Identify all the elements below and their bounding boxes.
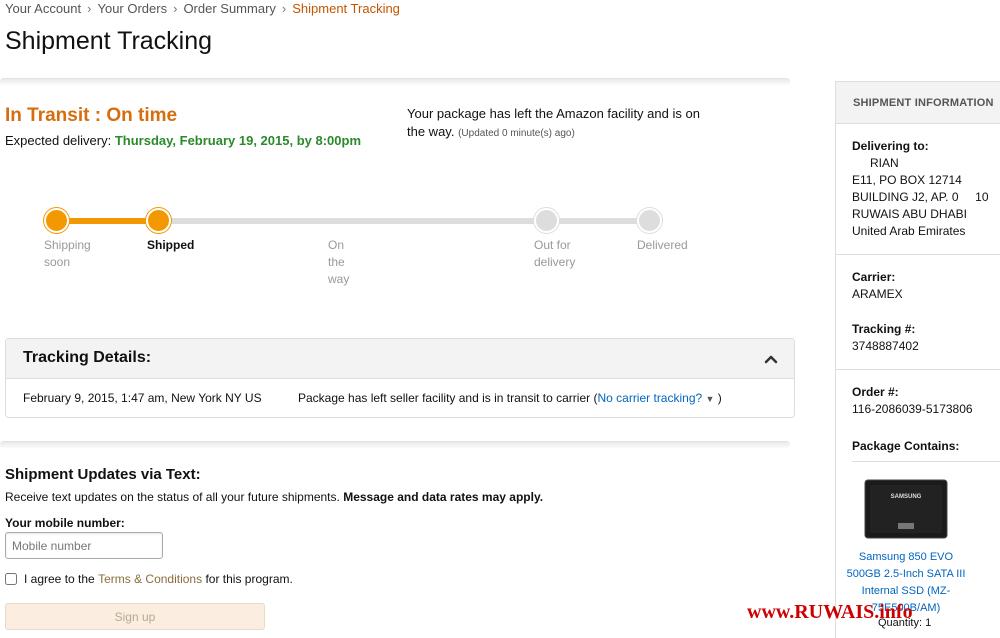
step-node-shipped <box>146 208 171 233</box>
tracking-details-header[interactable]: Tracking Details: <box>6 339 794 379</box>
watermark-text: www.RUWAIS.info <box>747 601 913 623</box>
delivering-to-label: Delivering to: <box>852 139 929 153</box>
breadcrumb-current: Shipment Tracking <box>292 1 400 16</box>
status-message: Your package has left the Amazon facilit… <box>407 105 717 143</box>
tracking-details-panel: Tracking Details: February 9, 2015, 1:47… <box>5 338 795 418</box>
delivering-to-section: Delivering to: RIAN E11, PO BOX 12714 BU… <box>836 124 1000 254</box>
step-label-shipping-soon: Shipping soon <box>44 238 91 269</box>
tracking-event-text: Package has left seller facility and is … <box>298 391 598 405</box>
tracking-number-section: Tracking #: 3748887402 <box>836 303 1000 369</box>
status-title: In Transit : On time <box>5 105 178 126</box>
no-carrier-tracking-label: No carrier tracking? <box>597 391 703 405</box>
breadcrumb-separator: › <box>173 1 178 16</box>
step-node-out-for-delivery <box>534 208 559 233</box>
address-line: RUWAIS ABU DHABI <box>852 207 967 221</box>
step-label-on-the-way: On the way <box>328 238 350 286</box>
sms-desc-text: Receive text updates on the status of al… <box>5 490 340 504</box>
carrier-label: Carrier: <box>852 270 896 284</box>
package-contains-label: Package Contains: <box>852 439 960 453</box>
step-node-delivered <box>637 208 662 233</box>
sms-desc-bold: Message and data rates may apply. <box>343 490 544 504</box>
breadcrumb-separator: › <box>281 1 287 16</box>
expected-delivery-label: Expected delivery: <box>5 133 112 148</box>
order-number-section: Order #: 116-2086039-5173806 <box>836 370 1000 418</box>
product-brand: SAMSUNG <box>891 494 922 500</box>
step-node-shipping-soon <box>44 208 69 233</box>
carrier-value: ARAMEX <box>852 287 903 301</box>
sidebar-header: SHIPMENT INFORMATION <box>836 82 1000 124</box>
order-number-value: 116-2086039-5173806 <box>852 402 973 416</box>
address-name: RIAN <box>870 156 899 170</box>
breadcrumb-your-orders[interactable]: Your Orders <box>97 1 167 16</box>
tracking-event-description: Package has left seller facility and is … <box>298 391 722 405</box>
updated-time: (Updated 0 minute(s) ago) <box>458 128 575 139</box>
sign-up-button[interactable]: Sign up <box>5 603 265 630</box>
tracking-event-row: February 9, 2015, 1:47 am, New York NY U… <box>6 379 794 417</box>
step-label-delivered: Delivered <box>637 238 688 252</box>
agree-suffix: for this program. <box>205 572 293 586</box>
carrier-section: Carrier: ARAMEX <box>836 255 1000 303</box>
expected-delivery-date: Thursday, February 19, 2015, by 8:00pm <box>114 133 362 148</box>
product-image[interactable]: SAMSUNG <box>864 479 948 539</box>
agree-prefix: I agree to the <box>24 572 95 586</box>
address-line: BUILDING J2, AP. 0 10 <box>852 190 989 204</box>
expected-delivery: Expected delivery: Thursday, February 19… <box>5 133 361 148</box>
order-number-label: Order #: <box>852 385 899 399</box>
sms-updates-description: Receive text updates on the status of al… <box>5 490 543 504</box>
progress-tracker: Shipping soon Shipped On the way Out for… <box>44 208 688 298</box>
address-line: E11, PO BOX 12714 <box>852 173 962 187</box>
address-country: United Arab Emirates <box>852 224 966 238</box>
mobile-number-label: Your mobile number: <box>5 516 125 530</box>
no-carrier-tracking-link[interactable]: No carrier tracking? ▼ <box>597 391 714 405</box>
chevron-up-icon[interactable] <box>763 351 779 367</box>
step-label-out-for-delivery: Out for delivery <box>534 238 576 269</box>
sms-updates-title: Shipment Updates via Text: <box>5 466 201 483</box>
tracking-event-datetime: February 9, 2015, 1:47 am, New York NY U… <box>23 391 262 405</box>
tracking-number-value: 3748887402 <box>852 339 919 353</box>
page-title: Shipment Tracking <box>5 27 213 55</box>
terms-checkbox[interactable] <box>5 573 17 585</box>
breadcrumb-your-account[interactable]: Your Account <box>5 1 81 16</box>
terms-agreement: I agree to the Terms & Conditions for th… <box>5 572 293 586</box>
tracking-event-suffix: ) <box>714 391 722 405</box>
shipment-info-sidebar: SHIPMENT INFORMATION Delivering to: RIAN… <box>835 81 1000 638</box>
breadcrumb-order-summary[interactable]: Order Summary <box>183 1 275 16</box>
section-divider <box>0 78 790 86</box>
breadcrumb-separator: › <box>87 1 92 16</box>
sidebar-divider <box>852 461 1000 462</box>
tracking-number-label: Tracking #: <box>852 322 916 336</box>
terms-conditions-link[interactable]: Terms & Conditions <box>98 572 202 586</box>
package-contains-section: Package Contains: <box>836 418 1000 455</box>
step-label-shipped: Shipped <box>147 238 195 252</box>
breadcrumb: Your Account › Your Orders › Order Summary › S… <box>5 1 400 16</box>
tracking-details-title: Tracking Details: <box>23 349 152 366</box>
section-divider <box>0 441 790 449</box>
mobile-number-input[interactable] <box>5 532 163 559</box>
